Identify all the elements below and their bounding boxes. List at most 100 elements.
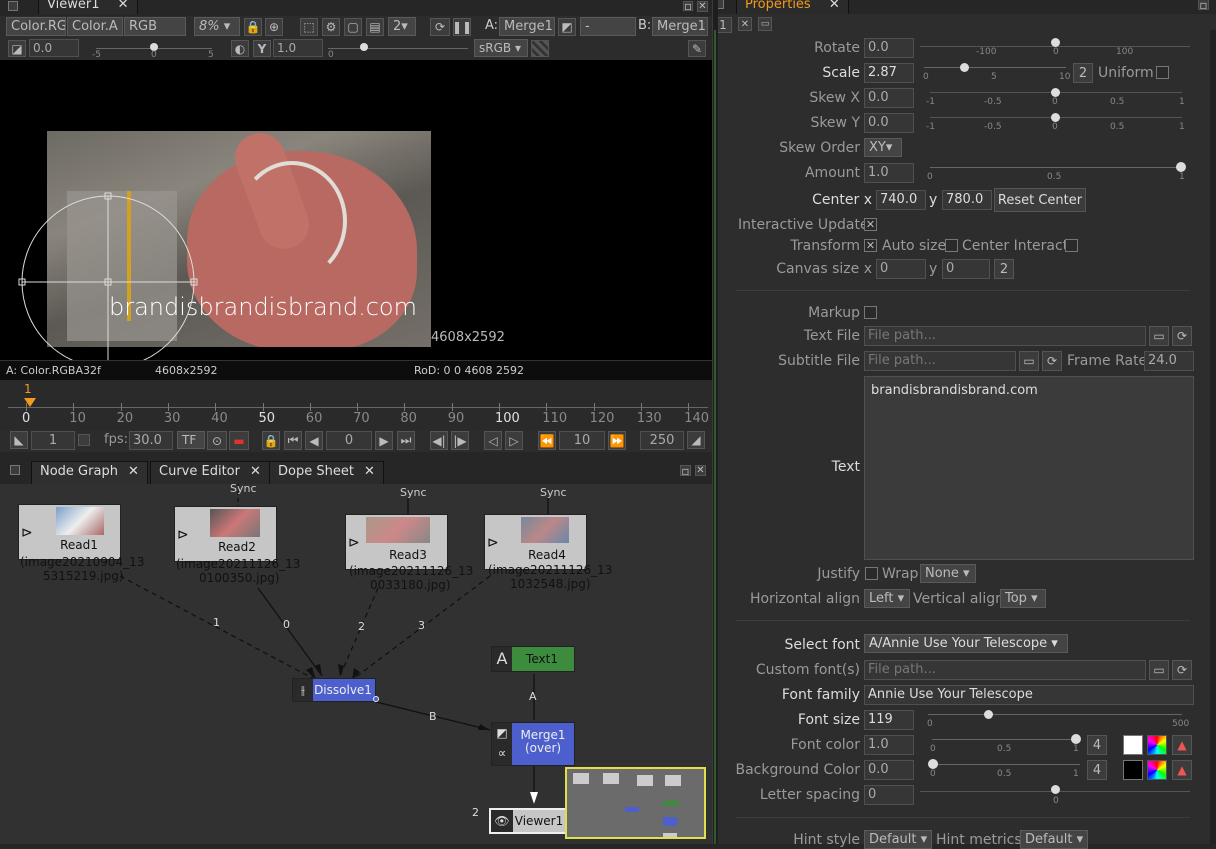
end-frame-field[interactable]: 250 <box>640 431 684 450</box>
center-interact-checkbox[interactable] <box>1065 239 1078 252</box>
restore-icon[interactable]: ▫ <box>680 464 691 478</box>
folder-icon[interactable]: ▭ <box>1019 351 1039 371</box>
close-icon[interactable]: ✕ <box>250 464 261 479</box>
tab-dope-sheet[interactable]: Dope Sheet ✕ <box>269 461 384 484</box>
roi-icon[interactable]: ▢ <box>344 18 362 36</box>
vertical-align-select[interactable]: Top ▾ <box>1000 589 1046 608</box>
layer-select[interactable]: Color.RGBA <box>6 17 66 36</box>
gain-field[interactable]: 0.0 <box>29 39 79 57</box>
amount-slider[interactable]: 0 0.5 1 <box>924 161 1188 187</box>
close-pane-icon[interactable]: ✕ <box>695 465 706 476</box>
canvas-y-field[interactable]: 0 <box>942 259 990 279</box>
hint-metrics-select[interactable]: Default ▾ <box>1020 830 1088 849</box>
alpha-select[interactable]: Color.A <box>67 17 123 36</box>
step-forward-icon[interactable]: ⏩ <box>608 431 626 450</box>
font-color-field[interactable]: 1.0 <box>864 735 914 755</box>
background-color-field[interactable]: 0.0 <box>864 760 914 780</box>
channels-select[interactable]: RGB <box>124 17 186 36</box>
tab-node-graph[interactable]: Node Graph ✕ <box>31 461 148 484</box>
scale-dimension-button[interactable]: 2 <box>1073 63 1093 83</box>
font-color-slider[interactable]: 0 0.5 1 <box>928 733 1082 759</box>
center-x-field[interactable]: 740.0 <box>876 190 926 210</box>
color-triangle-icon[interactable]: ▲ <box>1172 735 1192 755</box>
frame-rate-field[interactable]: 24.0 <box>1144 351 1194 371</box>
uniform-checkbox[interactable] <box>1156 66 1169 79</box>
in-point-icon[interactable]: ◣ <box>10 431 28 449</box>
reset-center-button[interactable]: Reset Center <box>994 188 1086 212</box>
subtitle-file-input[interactable]: File path... <box>864 351 1016 371</box>
playback-mode-icon[interactable]: ⊙ <box>207 431 227 450</box>
skewy-slider[interactable]: -1 -0.5 0 0.5 1 <box>924 111 1188 137</box>
canvas-dimension-button[interactable]: 2 <box>994 259 1014 279</box>
scrollbar[interactable] <box>1210 30 1216 844</box>
font-size-field[interactable]: 119 <box>864 710 914 730</box>
tab-viewer1[interactable]: Viewer1 ✕ <box>38 0 138 14</box>
center-y-field[interactable]: 780.0 <box>942 190 992 210</box>
render-icon[interactable]: ▬ <box>229 431 249 450</box>
checkerboard-icon[interactable] <box>531 40 549 57</box>
first-frame-icon[interactable]: ⏮ <box>284 431 302 450</box>
reload-icon[interactable]: ⟳ <box>1042 351 1062 371</box>
letter-spacing-field[interactable]: 0 <box>864 785 914 805</box>
close-icon[interactable]: ✕ <box>118 0 129 12</box>
close-icon[interactable]: ✕ <box>128 464 139 479</box>
close-icon[interactable]: ✕ <box>364 464 375 479</box>
pause-icon[interactable]: ❚❚ <box>452 18 472 36</box>
skewx-slider[interactable]: -1 -0.5 0 0.5 1 <box>924 86 1188 112</box>
minimize-all-icon[interactable]: ▭ <box>758 17 772 31</box>
turbo-select[interactable]: TF <box>177 431 205 449</box>
viewer1-node[interactable]: 👁 Viewer1 <box>489 808 569 834</box>
background-color-swatch[interactable] <box>1123 760 1143 780</box>
reload-icon[interactable]: ⟳ <box>1172 326 1192 346</box>
fps-field[interactable]: 30.0 <box>129 431 173 450</box>
amount-field[interactable]: 1.0 <box>864 163 914 183</box>
b-input-select[interactable]: Merge1 <box>652 17 708 36</box>
tab-properties[interactable]: Properties ✕ <box>736 0 849 14</box>
gamma-field[interactable]: 1.0 <box>273 39 323 57</box>
auto-size-checkbox[interactable] <box>945 239 958 252</box>
float-pane-button[interactable] <box>718 0 724 9</box>
color-wheel-icon[interactable] <box>1147 735 1167 755</box>
gamma-icon[interactable]: Y <box>253 40 271 57</box>
skewy-field[interactable]: 0.0 <box>864 113 914 133</box>
a-input-select[interactable]: Merge1 <box>499 17 555 36</box>
lock-icon[interactable]: 🔒 <box>244 18 262 36</box>
close-all-icon[interactable]: ✕ <box>738 17 752 31</box>
canvas-x-field[interactable]: 0 <box>876 259 926 279</box>
folder-icon[interactable]: ▭ <box>1149 660 1169 680</box>
font-color-dimension-button[interactable]: 4 <box>1087 735 1107 755</box>
current-frame-field[interactable]: 0 <box>326 431 372 450</box>
step-back-icon[interactable]: ⏪ <box>538 431 556 450</box>
interactive-update-checkbox[interactable]: ✕ <box>864 218 877 231</box>
graph-navigator[interactable] <box>565 767 706 839</box>
render-icon[interactable]: ▤ <box>366 18 384 36</box>
start-frame-field[interactable]: 1 <box>31 431 75 450</box>
font-size-slider[interactable]: 0 500 <box>924 708 1189 734</box>
scale-field[interactable]: 2.87 <box>864 63 914 83</box>
read3-node[interactable]: ⊳ Read3 <box>345 514 448 570</box>
step-field[interactable]: 10 <box>559 431 605 450</box>
merge1-node[interactable]: ◩ ∝ Merge1 (over) <box>491 722 575 766</box>
play-forward-icon[interactable]: ▶ <box>375 431 393 450</box>
lock-range-icon[interactable] <box>78 434 90 446</box>
skew-order-select[interactable]: XY▾ <box>864 138 902 157</box>
float-pane-button[interactable] <box>10 465 20 475</box>
folder-icon[interactable]: ▭ <box>1149 326 1169 346</box>
wrap-select[interactable]: None ▾ <box>920 564 976 583</box>
font-color-swatch[interactable] <box>1123 735 1143 755</box>
rotate-field[interactable]: 0.0 <box>864 38 914 58</box>
close-pane-icon[interactable]: ✕ <box>697 1 708 12</box>
transform-checkbox[interactable]: ✕ <box>864 239 877 252</box>
text-file-input[interactable]: File path... <box>864 326 1146 346</box>
eraser-icon[interactable]: ◩ <box>558 18 576 36</box>
color-triangle-icon[interactable]: ▲ <box>1172 760 1192 780</box>
font-family-field[interactable]: Annie Use Your Telescope <box>864 685 1194 705</box>
letter-spacing-slider[interactable]: 0 <box>920 783 1190 809</box>
panel-count-button[interactable]: 1 <box>718 17 732 33</box>
justify-checkbox[interactable] <box>865 567 878 580</box>
prev-keyframe-icon[interactable]: ◁ <box>484 431 502 450</box>
plus-circle-icon[interactable]: ⊕ <box>265 18 283 36</box>
custom-fonts-input[interactable]: File path... <box>864 660 1146 680</box>
color-picker-icon[interactable]: ✎ <box>688 40 706 57</box>
tab-curve-editor[interactable]: Curve Editor ✕ <box>150 461 270 484</box>
